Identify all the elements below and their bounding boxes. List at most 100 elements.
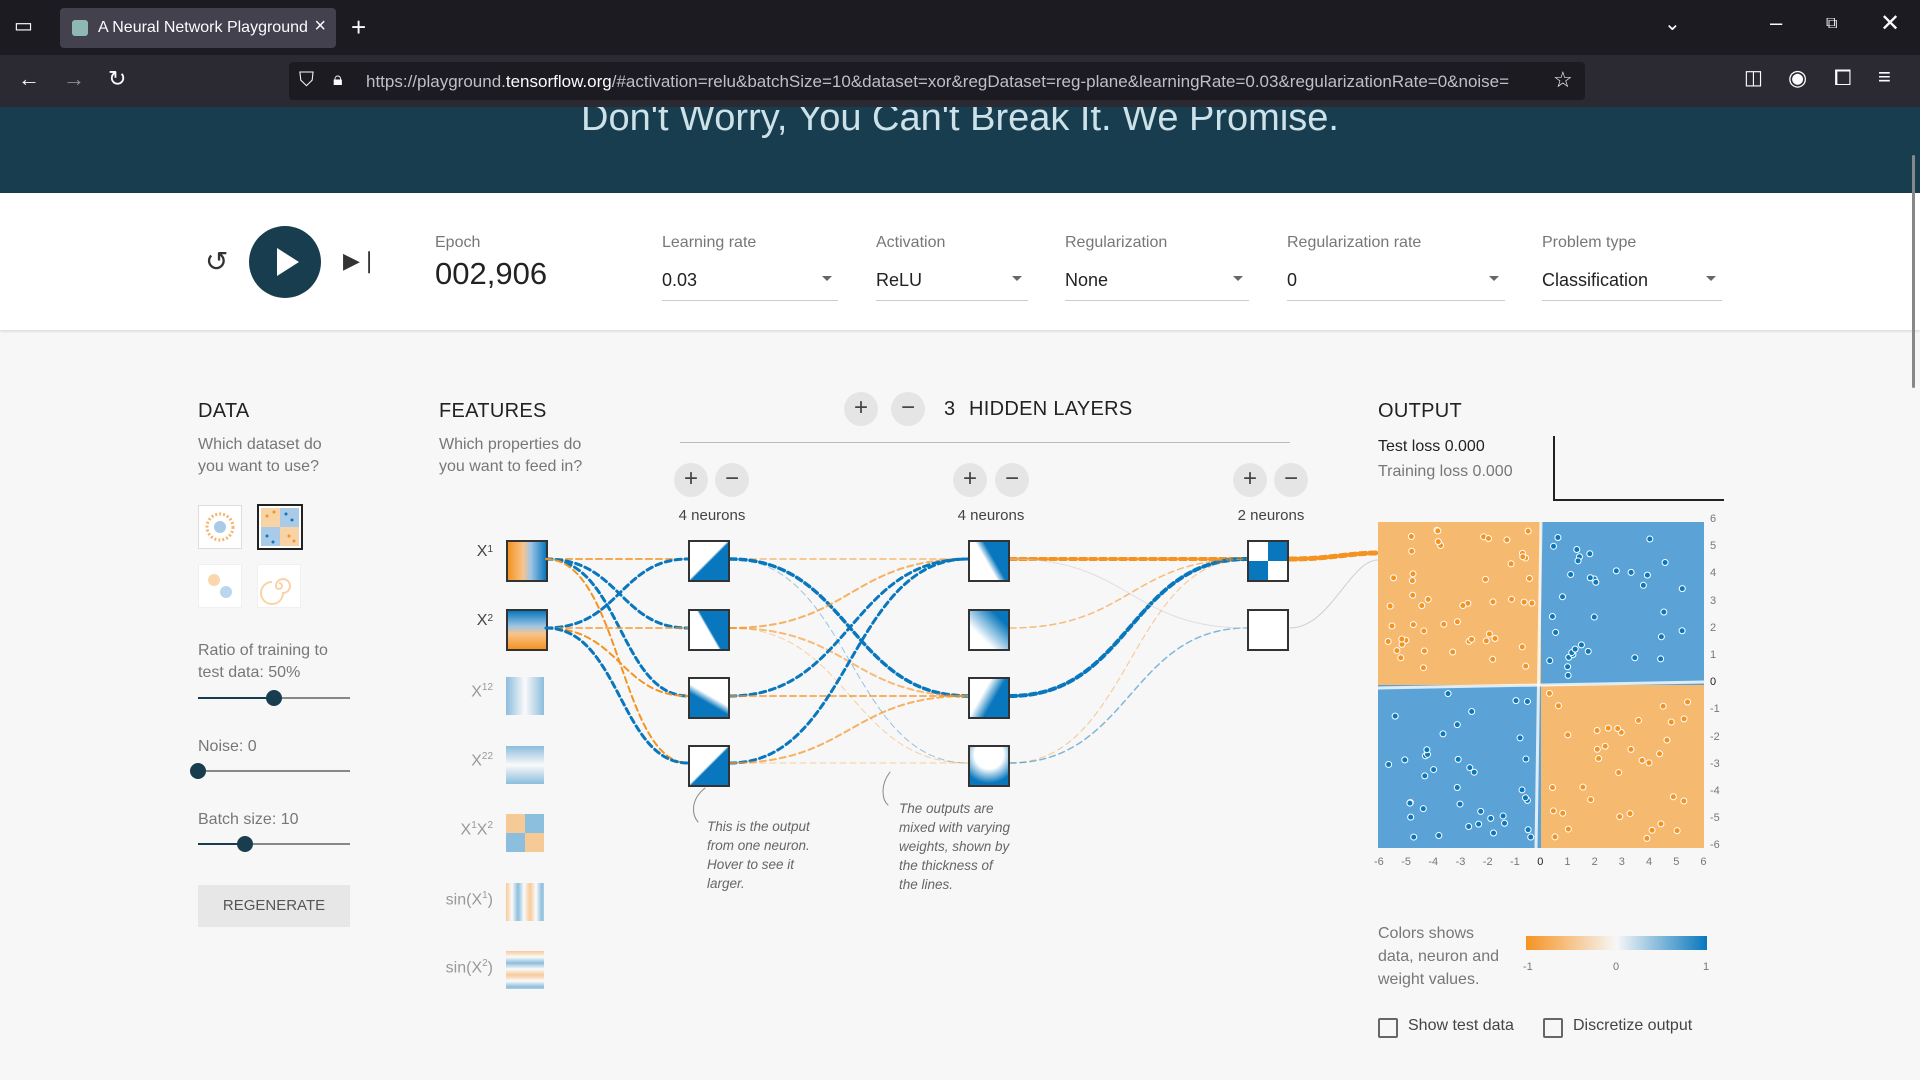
data-point xyxy=(1430,766,1438,774)
data-point xyxy=(1657,633,1665,641)
x-tick-label: 2 xyxy=(1591,856,1598,868)
data-point xyxy=(1612,567,1620,575)
data-point xyxy=(1512,697,1520,705)
data-point xyxy=(1401,756,1409,764)
neuron-l1-4[interactable] xyxy=(688,745,730,787)
data-point xyxy=(1573,546,1581,554)
data-point xyxy=(1643,834,1651,842)
link[interactable] xyxy=(544,557,690,630)
data-point xyxy=(1627,568,1635,576)
data-point xyxy=(1490,829,1498,837)
data-point xyxy=(1398,635,1406,643)
data-point xyxy=(1489,655,1497,663)
y-tick-label: -5 xyxy=(1710,812,1720,825)
data-point xyxy=(1646,535,1654,543)
link[interactable] xyxy=(1009,558,1248,629)
data-point xyxy=(1522,755,1530,763)
data-point xyxy=(1523,698,1531,706)
data-point xyxy=(1424,595,1432,603)
data-point xyxy=(1388,622,1396,630)
data-point xyxy=(1421,772,1429,780)
y-tick-label: 6 xyxy=(1710,513,1717,525)
link[interactable] xyxy=(728,557,970,765)
data-point xyxy=(1516,734,1524,742)
data-point xyxy=(1386,602,1394,610)
data-point xyxy=(1453,783,1461,791)
x-tick-label: -1 xyxy=(1510,856,1520,868)
data-point xyxy=(1435,832,1443,840)
data-point xyxy=(1657,820,1665,828)
data-point xyxy=(1489,598,1497,606)
neuron-l2-3[interactable] xyxy=(968,677,1010,719)
data-point xyxy=(1592,578,1600,586)
training-loss: Training loss 0.000 xyxy=(1378,463,1513,480)
data-point xyxy=(1503,536,1511,544)
loss-curve xyxy=(1553,436,1724,501)
data-point xyxy=(1439,730,1447,738)
neuron-l1-2[interactable] xyxy=(688,609,730,651)
data-point xyxy=(1551,833,1559,841)
x-tick-label: -2 xyxy=(1482,856,1493,868)
link[interactable] xyxy=(729,558,969,629)
y-tick-label: 3 xyxy=(1710,594,1717,607)
y-tick-label: 4 xyxy=(1710,567,1717,580)
data-point xyxy=(1393,647,1401,655)
data-point xyxy=(1420,647,1428,655)
x-tick-label: 4 xyxy=(1646,856,1653,868)
legend-mid: 0 xyxy=(1613,961,1620,973)
neuron-l1-3[interactable] xyxy=(688,677,730,719)
data-point xyxy=(1407,533,1415,541)
link[interactable] xyxy=(544,557,690,630)
x-tick-label: 3 xyxy=(1618,856,1625,868)
discretize-output-label[interactable]: Discretize output xyxy=(1573,1017,1692,1035)
data-point xyxy=(1423,746,1431,754)
link[interactable] xyxy=(1008,557,1249,698)
neuron-l1-1[interactable] xyxy=(688,540,730,582)
data-point xyxy=(1524,527,1532,535)
link[interactable] xyxy=(1009,558,1248,764)
data-point xyxy=(1518,643,1526,651)
data-point xyxy=(1615,769,1623,777)
x-tick-label: 0 xyxy=(1537,856,1544,868)
neuron-l2-1[interactable] xyxy=(968,540,1010,582)
show-test-data-checkbox[interactable] xyxy=(1378,1018,1398,1038)
y-tick-label: -3 xyxy=(1710,757,1720,770)
output-heatmap[interactable] xyxy=(1378,522,1704,848)
data-point xyxy=(1614,724,1622,732)
data-point xyxy=(1390,574,1398,582)
neuron-l2-2[interactable] xyxy=(968,609,1010,651)
link[interactable] xyxy=(729,695,969,764)
data-point xyxy=(1648,826,1656,834)
neuron-l3-2[interactable] xyxy=(1247,609,1289,651)
data-point xyxy=(1564,825,1572,833)
link[interactable] xyxy=(544,626,690,765)
link[interactable] xyxy=(728,557,970,698)
data-point xyxy=(1409,591,1417,599)
data-point xyxy=(1519,553,1527,561)
link[interactable] xyxy=(1289,559,1379,629)
data-point xyxy=(1409,570,1417,578)
data-point xyxy=(1507,560,1515,568)
discretize-output-checkbox[interactable] xyxy=(1543,1018,1563,1038)
neuron-l2-4[interactable] xyxy=(968,745,1010,787)
note-pointer xyxy=(882,771,891,806)
data-point xyxy=(1661,559,1669,567)
x-tick-label: -4 xyxy=(1428,856,1439,868)
link[interactable] xyxy=(545,627,689,697)
show-test-data-label[interactable]: Show test data xyxy=(1408,1017,1514,1035)
data-point xyxy=(1525,575,1533,583)
data-point xyxy=(1593,727,1601,735)
data-point xyxy=(1491,635,1499,643)
y-tick-label: 0 xyxy=(1710,676,1717,689)
link[interactable] xyxy=(1287,550,1381,562)
data-point xyxy=(1586,550,1594,558)
data-point xyxy=(1673,827,1681,835)
data-point xyxy=(1684,698,1692,706)
data-point xyxy=(1385,760,1393,768)
link[interactable] xyxy=(1009,627,1248,764)
data-point xyxy=(1669,793,1677,801)
y-tick-label: -6 xyxy=(1710,839,1720,852)
neuron-l3-1[interactable] xyxy=(1247,540,1289,582)
data-point xyxy=(1595,755,1603,763)
color-legend-bar xyxy=(1526,936,1707,950)
